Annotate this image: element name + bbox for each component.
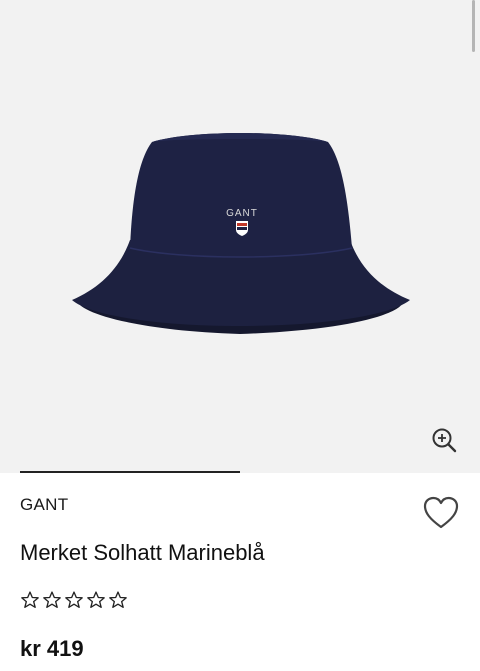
zoom-in-icon (432, 428, 457, 453)
rating-stars[interactable] (20, 590, 128, 610)
star-icon (65, 591, 83, 608)
product-image-gallery[interactable]: GANT (0, 0, 480, 473)
gallery-indicator (20, 471, 240, 473)
heart-icon (423, 496, 459, 529)
star-icon (21, 591, 39, 608)
star-icon (87, 591, 105, 608)
wishlist-button[interactable] (422, 495, 460, 531)
svg-text:GANT: GANT (226, 208, 258, 219)
product-brand[interactable]: GANT (20, 495, 68, 515)
star-icon (109, 591, 127, 608)
product-name: Merket Solhatt Marineblå (20, 540, 265, 565)
star-icon (43, 591, 61, 608)
zoom-in-button[interactable] (429, 425, 459, 455)
product-price: kr 419 (20, 636, 84, 661)
product-image: GANT (72, 133, 410, 334)
scrollbar[interactable] (472, 0, 475, 52)
